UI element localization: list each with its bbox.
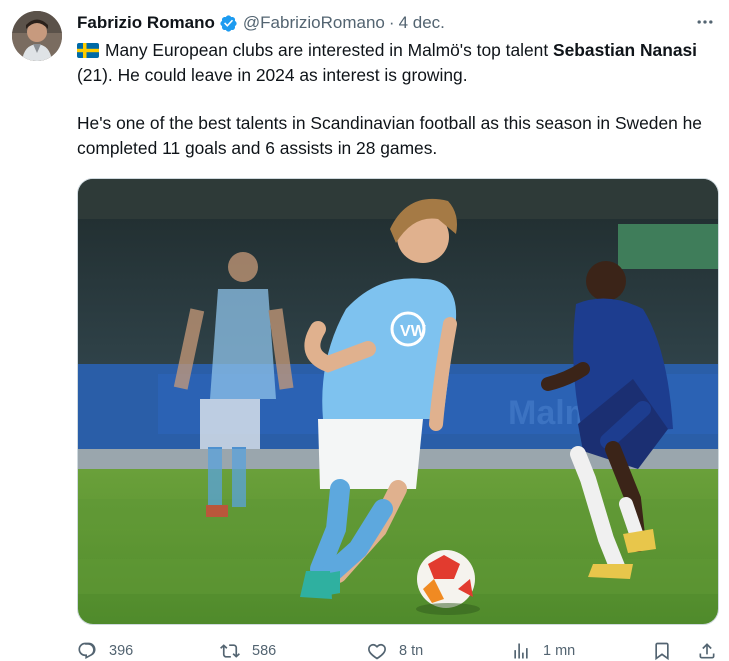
repost-button[interactable]: 586 xyxy=(220,641,276,661)
author-name[interactable]: Fabrizio Romano xyxy=(77,13,215,33)
views-chart-icon xyxy=(514,643,528,659)
bookmark-button[interactable] xyxy=(652,641,684,661)
tweet-text-part: (21). He could leave in 2024 as interest… xyxy=(77,64,468,85)
bookmark-icon xyxy=(655,642,669,661)
tweet-text-part: Many European clubs are interested in Ma… xyxy=(105,40,553,60)
reply-button[interactable]: 396 xyxy=(77,641,133,661)
like-count: 8 tn xyxy=(399,643,424,659)
football-photo: Malmö VW xyxy=(78,179,718,624)
repost-count: 586 xyxy=(252,643,277,659)
player-name: Sebastian Nanasi xyxy=(553,40,698,60)
reply-icon xyxy=(78,642,96,660)
author-avatar[interactable] xyxy=(12,11,62,61)
sweden-flag-icon xyxy=(77,40,99,58)
tweet-paragraph-2: He's one of the best talents in Scandina… xyxy=(77,113,702,158)
tweet-actions: 396 586 8 tn 1 mn xyxy=(77,641,719,661)
share-icon xyxy=(699,643,715,659)
tweet-date[interactable]: 4 dec. xyxy=(399,13,445,33)
svg-text:VW: VW xyxy=(400,323,427,340)
tweet[interactable]: Fabrizio Romano @FabrizioRomano · 4 dec.… xyxy=(0,0,729,661)
heart-icon xyxy=(368,643,386,660)
more-options-icon[interactable] xyxy=(691,8,719,36)
like-button[interactable]: 8 tn xyxy=(367,641,423,661)
tweet-paragraph-1: Many European clubs are interested in Ma… xyxy=(77,38,707,87)
views-button[interactable]: 1 mn xyxy=(511,641,575,661)
views-count: 1 mn xyxy=(543,643,576,659)
tweet-header: Fabrizio Romano @FabrizioRomano · 4 dec. xyxy=(77,12,717,34)
repost-icon xyxy=(220,644,240,658)
author-handle[interactable]: @FabrizioRomano xyxy=(243,13,385,33)
tweet-text: Many European clubs are interested in Ma… xyxy=(77,38,707,160)
reply-count: 396 xyxy=(109,643,134,659)
tweet-image[interactable]: Malmö VW xyxy=(77,178,719,625)
share-button[interactable] xyxy=(697,641,729,661)
separator-dot: · xyxy=(388,13,395,32)
verified-badge-icon[interactable] xyxy=(219,14,238,33)
